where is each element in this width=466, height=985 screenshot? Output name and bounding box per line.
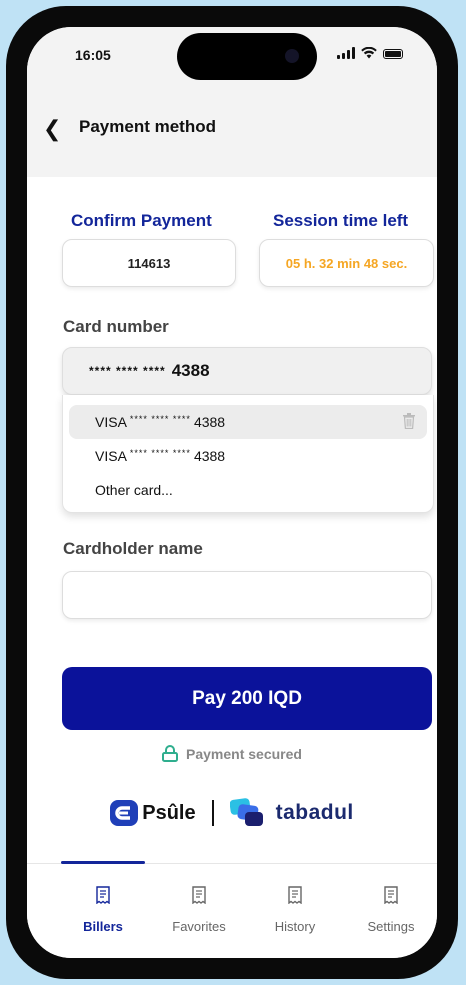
battery-icon (383, 49, 403, 59)
psule-mark-icon (110, 800, 139, 826)
session-timer-box: 05 h. 32 min 48 sec. (259, 239, 434, 287)
card-option-last: 4388 (193, 414, 226, 430)
card-number-select[interactable]: **** **** **** 4388 (62, 347, 432, 395)
partner-logos: Psûle tabadul (27, 797, 437, 829)
cellular-signal-icon (337, 47, 355, 59)
nav-active-indicator (61, 861, 145, 864)
nav-item-settings[interactable]: Settings (351, 886, 431, 934)
trash-icon[interactable] (403, 413, 415, 429)
card-option-last: 4388 (193, 448, 226, 464)
card-option-1[interactable]: VISA **** **** **** 4388 (69, 405, 427, 439)
camera-dot (285, 49, 299, 63)
card-dropdown-list: VISA **** **** **** 4388 VISA **** **** … (62, 395, 434, 513)
nav-item-favorites[interactable]: Favorites (159, 886, 239, 934)
back-chevron-icon[interactable]: ❮ (43, 116, 61, 142)
card-option-mask: **** **** **** (129, 448, 191, 458)
session-time-label: Session time left (273, 211, 409, 230)
card-last-digits: 4388 (171, 361, 210, 380)
session-timer-value: 05 h. 32 min 48 sec. (285, 255, 408, 271)
tabadul-wordmark: tabadul (275, 801, 354, 824)
receipt-icon (384, 886, 398, 905)
nav-label: Billers (83, 919, 123, 934)
card-option-brand: VISA (95, 448, 127, 464)
status-icons (337, 47, 403, 59)
card-option-brand: VISA (95, 414, 127, 430)
wifi-icon (361, 47, 377, 59)
nav-item-history[interactable]: History (255, 886, 335, 934)
page-title: Payment method (79, 117, 216, 136)
confirm-payment-label: Confirm Payment (71, 211, 212, 230)
card-mask: **** **** **** (89, 364, 166, 378)
card-option-other[interactable]: Other card... (69, 473, 427, 507)
status-time: 16:05 (75, 47, 111, 63)
cardholder-name-input[interactable] (62, 571, 432, 619)
phone-frame: 16:05 ❮ Payment method Confirm Payment S… (6, 6, 458, 979)
card-number-label: Card number (63, 317, 169, 336)
confirm-code-value: 114613 (127, 255, 171, 271)
receipt-icon (96, 886, 110, 905)
card-option-mask: **** **** **** (129, 414, 191, 424)
nav-label: Settings (367, 919, 415, 934)
payment-secured-text: Payment secured (186, 745, 302, 762)
psule-logo: Psûle (110, 800, 196, 826)
psule-wordmark: Psûle (142, 801, 196, 824)
nav-label: History (274, 919, 316, 934)
pay-button[interactable]: Pay 200 IQD (62, 667, 432, 730)
receipt-icon (288, 886, 302, 905)
nav-item-billers[interactable]: Billers (63, 886, 143, 934)
tabadul-mark-icon (229, 798, 263, 826)
logo-divider (211, 800, 214, 826)
payment-secured-note: Payment secured (27, 745, 437, 762)
other-card-label: Other card... (95, 482, 173, 498)
receipt-icon (192, 886, 206, 905)
bottom-nav: Billers Favorites History Settings (27, 861, 437, 958)
confirm-code-box: 114613 (62, 239, 236, 287)
cardholder-name-label: Cardholder name (63, 539, 203, 558)
screen: 16:05 ❮ Payment method Confirm Payment S… (27, 27, 437, 958)
tabadul-logo: tabadul (229, 797, 354, 829)
lock-icon (162, 745, 179, 762)
nav-label: Favorites (172, 919, 226, 934)
card-option-2[interactable]: VISA **** **** **** 4388 (69, 439, 427, 473)
